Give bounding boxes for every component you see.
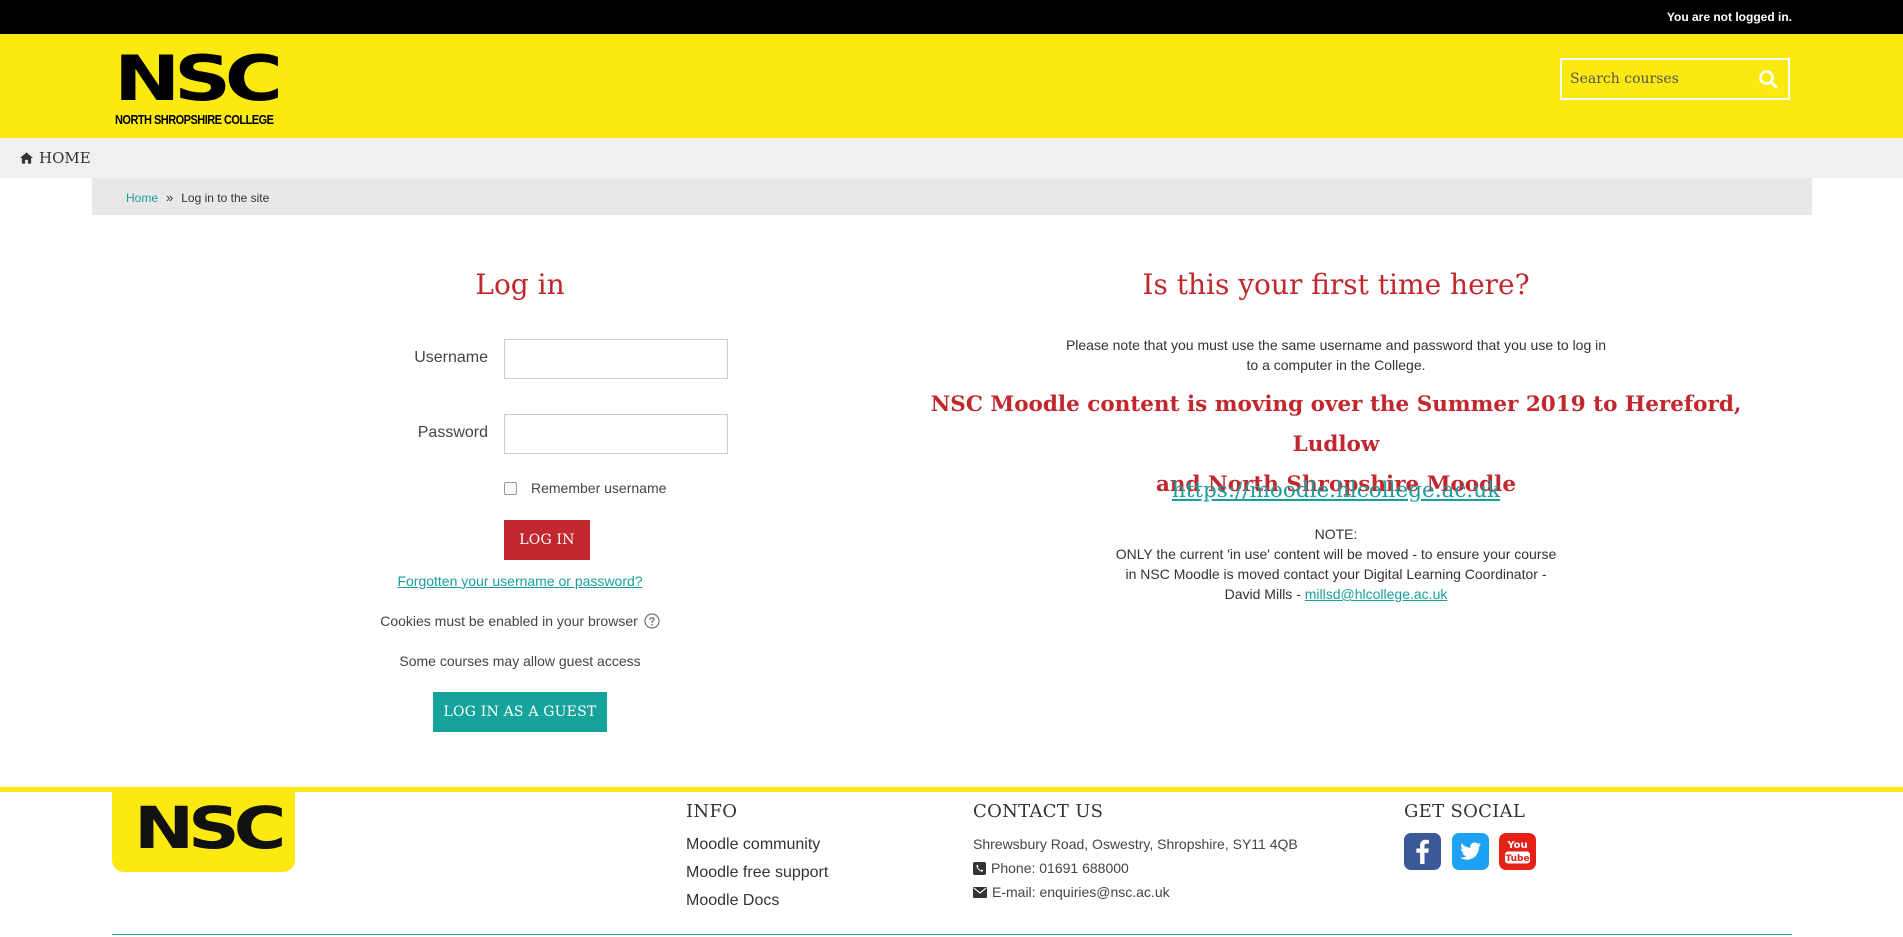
username-input[interactable] [504,339,728,379]
cookies-notice-text: Cookies must be enabled in your browser [380,613,638,629]
username-label: Username [414,349,488,366]
youtube-icon[interactable]: You Tube [1499,833,1536,870]
footer-bottom-rule [112,934,1792,935]
svg-text:Tube: Tube [1505,854,1529,864]
footer-link-moodle-docs[interactable]: Moodle Docs [686,892,779,910]
footer-link-moodle-free-support[interactable]: Moodle free support [686,864,828,882]
nav-home-link[interactable]: HOME [20,149,91,167]
forgot-password-wrap: Forgotten your username or password? [378,573,662,589]
search-icon[interactable] [1758,69,1778,89]
login-status-text: You are not logged in. [1666,10,1792,24]
footer-info-heading: INFO [686,801,738,822]
footer-logo-wordmark: NSC [134,794,286,862]
phone-icon [973,861,986,875]
password-input[interactable] [504,414,728,454]
guest-access-note: Some courses may allow guest access [399,653,641,669]
first-time-instructions: Please note that you must use the same u… [1056,335,1616,375]
footer-link-moodle-community[interactable]: Moodle community [686,836,820,854]
note-contact-name: David Mills - [1224,586,1305,602]
nav-home-label: HOME [39,149,91,167]
note-line-2: in NSC Moodle is moved contact your Digi… [1125,566,1547,582]
instructions-line-1: Please note that you must use the same u… [1065,337,1607,353]
hlcollege-link-wrap: https://moodle.hlcollege.ac.uk [1066,478,1606,503]
first-time-title: Is this your first time here? [1142,268,1530,301]
breadcrumb-home-link[interactable]: Home [126,191,158,205]
home-icon [20,152,33,164]
logo-subtitle: NORTH SHROPSHIRE COLLEGE [115,113,274,127]
password-label: Password [417,424,488,441]
breadcrumb-current: Log in to the site [181,190,270,205]
top-bar: You are not logged in. [0,0,1903,34]
cookies-notice: Cookies must be enabled in your browser [340,613,700,629]
footer-contact-heading: CONTACT US [973,801,1104,822]
footer-email: E-mail: enquiries@nsc.ac.uk [973,884,1170,900]
note-line-3: David Mills - millsd@hlcollege.ac.uk [1056,584,1616,604]
hlcollege-moodle-link[interactable]: https://moodle.hlcollege.ac.uk [1172,478,1500,503]
moving-heading-line-1: NSC Moodle content is moving over the Su… [930,392,1742,457]
footer-address: Shrewsbury Road, Oswestry, Shropshire, S… [973,836,1298,852]
login-button[interactable]: LOG IN [504,520,590,560]
remember-username-checkbox[interactable] [504,481,517,495]
note-line-1: ONLY the current 'in use' content will b… [1115,546,1557,562]
logo-wordmark: NSC [114,42,283,115]
breadcrumb-separator: » [166,190,174,205]
site-logo[interactable]: NSC NORTH SHROPSHIRE COLLEGE [114,48,283,131]
footer-phone-text: Phone: 01691 688000 [991,860,1129,876]
nav-bar: HOME [0,138,1903,178]
footer-social-heading: GET SOCIAL [1404,801,1526,822]
footer-email-text: E-mail: enquiries@nsc.ac.uk [992,884,1170,900]
breadcrumb: Home » Log in to the site [92,178,1812,215]
remember-username-label[interactable]: Remember username [531,480,666,496]
footer-phone: Phone: 01691 688000 [973,860,1129,876]
instructions-line-2: to a computer in the College. [1246,357,1426,373]
svg-text:You: You [1506,840,1527,851]
footer-logo[interactable]: NSC [112,792,295,872]
twitter-icon[interactable] [1452,833,1489,870]
note-label: NOTE: [1314,526,1358,542]
forgot-password-link[interactable]: Forgotten your username or password? [397,573,642,589]
login-title: Log in [475,268,565,301]
envelope-icon [973,886,987,898]
search-input[interactable] [1562,60,1768,98]
question-circle-icon[interactable] [644,613,660,629]
remember-username: Remember username [504,480,666,496]
facebook-icon[interactable] [1404,833,1441,870]
contact-email-link[interactable]: millsd@hlcollege.ac.uk [1305,586,1448,602]
search-box [1560,58,1790,100]
footer-address-text: Shrewsbury Road, Oswestry, Shropshire, S… [973,836,1298,852]
migration-note: NOTE: ONLY the current 'in use' content … [1056,524,1616,604]
guest-login-button[interactable]: LOG IN AS A GUEST [433,692,607,732]
